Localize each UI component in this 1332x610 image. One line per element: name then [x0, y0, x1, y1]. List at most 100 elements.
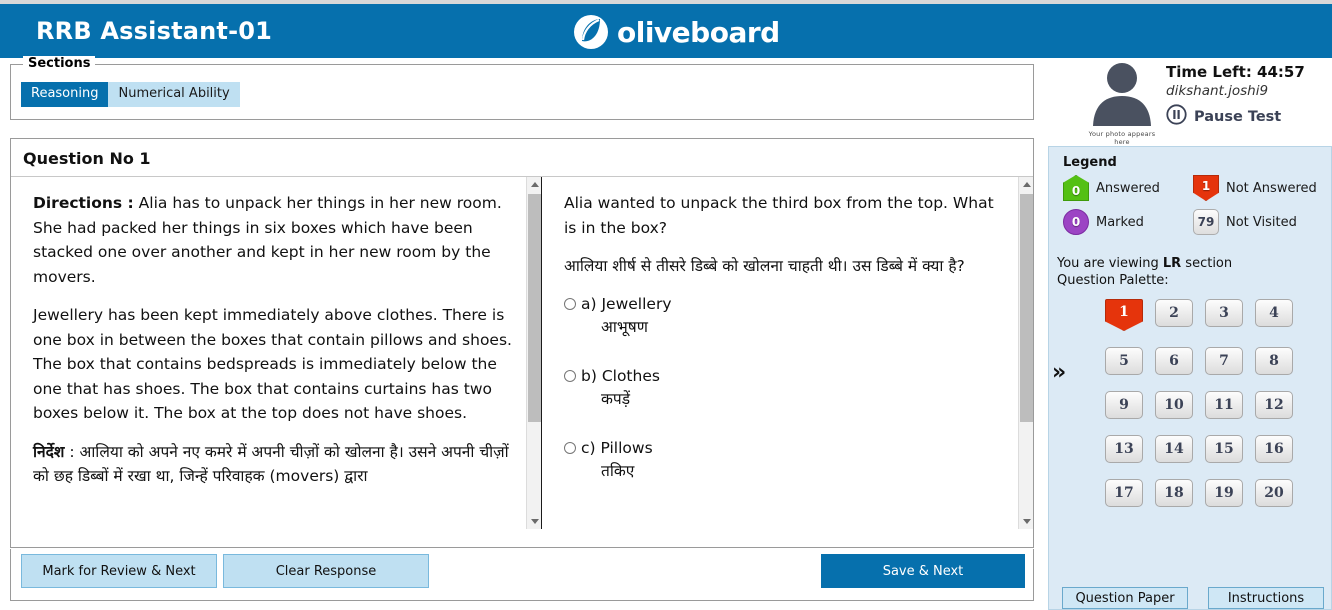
clear-response-button[interactable]: Clear Response — [223, 554, 429, 588]
passage-content: Directions : Alia has to unpack her thin… — [11, 177, 541, 489]
viewing-prefix: You are viewing — [1057, 256, 1163, 271]
not-visited-badge-icon: 79 — [1193, 209, 1219, 235]
tab-reasoning[interactable]: Reasoning — [21, 82, 109, 107]
legend-label-marked: Marked — [1096, 214, 1144, 230]
scrollbar-thumb[interactable] — [528, 194, 541, 422]
tab-numerical-ability[interactable]: Numerical Ability — [108, 82, 240, 107]
viewing-suffix: section — [1181, 256, 1233, 271]
app-header: RRB Assistant-01 oliveboard — [0, 4, 1332, 58]
palette-button-4[interactable]: 4 — [1255, 299, 1293, 327]
pause-circle-icon — [1166, 104, 1187, 129]
pause-test-label: Pause Test — [1194, 108, 1282, 125]
option-c-label: c) Pillows — [581, 438, 653, 457]
option-a-label: a) Jewellery — [581, 294, 672, 313]
passage-text-3-hindi: : आलिया को अपने नए कमरे में अपनी चीज़ों … — [33, 442, 509, 486]
mark-for-review-next-button[interactable]: Mark for Review & Next — [21, 554, 217, 588]
question-pane: Alia wanted to unpack the third box from… — [542, 177, 1033, 529]
user-avatar-icon — [1093, 63, 1151, 126]
scroll-down-arrow-icon[interactable] — [1019, 514, 1033, 529]
answered-badge-icon: 0 — [1063, 175, 1089, 201]
scroll-down-arrow-icon[interactable] — [527, 514, 541, 529]
palette-button-5[interactable]: 5 — [1105, 347, 1143, 375]
question-prompt-hindi: आलिया शीर्ष से तीसरे डिब्बे को खोलना चाह… — [564, 257, 965, 275]
marked-badge-icon: 0 — [1063, 209, 1089, 235]
option-b-texts: b) Clothes कपड़ें — [581, 365, 660, 411]
scrollbar-thumb[interactable] — [1020, 194, 1033, 422]
action-bar: Mark for Review & Next Clear Response Sa… — [10, 549, 1034, 601]
exam-app-window: RRB Assistant-01 oliveboard Sections Rea… — [0, 0, 1332, 610]
scroll-up-arrow-icon[interactable] — [1019, 177, 1033, 192]
palette-button-17[interactable]: 17 — [1105, 479, 1143, 507]
legend-label-answered: Answered — [1096, 180, 1160, 196]
user-block: Your photo appears here Time Left: 44:57… — [1048, 58, 1332, 146]
option-c-radio[interactable] — [564, 441, 576, 454]
palette-button-10[interactable]: 10 — [1155, 391, 1193, 419]
option-b-label: b) Clothes — [581, 366, 660, 385]
passage-paragraph-3-hindi: निर्देश : आलिया को अपने नए कमरे में अपनी… — [33, 440, 515, 489]
palette-button-19[interactable]: 19 — [1205, 479, 1243, 507]
option-c-label-hindi: तकिए — [601, 461, 635, 480]
palette-button-8[interactable]: 8 — [1255, 347, 1293, 375]
question-palette: 1 2 3 4 5 6 7 8 9 10 11 12 13 14 15 16 1… — [1105, 299, 1325, 523]
scroll-up-arrow-icon[interactable] — [527, 177, 541, 192]
option-a[interactable]: a) Jewellery आभूषण — [564, 293, 1007, 339]
not-answered-badge-icon: 1 — [1193, 175, 1219, 201]
question-panel: Question No 1 Directions : Alia has to u… — [10, 138, 1034, 548]
palette-button-9[interactable]: 9 — [1105, 391, 1143, 419]
option-a-radio[interactable] — [564, 297, 576, 310]
username: dikshant.joshi9 — [1166, 83, 1269, 99]
legend-item-marked: 0 Marked — [1063, 209, 1193, 235]
palette-button-18[interactable]: 18 — [1155, 479, 1193, 507]
legend-grid: 0 Answered 1 Not Answered 0 Marked 79 No… — [1063, 175, 1323, 243]
double-chevron-right-icon[interactable]: » — [1052, 362, 1066, 384]
legend-item-answered: 0 Answered — [1063, 175, 1193, 201]
question-paper-button[interactable]: Question Paper — [1062, 587, 1188, 609]
avatar: Your photo appears here — [1084, 58, 1160, 146]
viewing-section-text: You are viewing LR section Question Pale… — [1057, 255, 1232, 289]
option-b[interactable]: b) Clothes कपड़ें — [564, 365, 1007, 411]
question-content: Alia wanted to unpack the third box from… — [542, 177, 1033, 483]
question-palette-label: Question Palette: — [1057, 273, 1169, 288]
palette-button-11[interactable]: 11 — [1205, 391, 1243, 419]
sections-legend-label: Sections — [23, 56, 96, 71]
passage-paragraph-2: Jewellery has been kept immediately abov… — [33, 306, 512, 422]
legend-item-not-visited: 79 Not Visited — [1193, 209, 1323, 235]
viewing-section-name: LR — [1162, 256, 1182, 271]
question-prompt-english: Alia wanted to unpack the third box from… — [564, 194, 994, 237]
palette-button-13[interactable]: 13 — [1105, 435, 1143, 463]
right-sidebar: Your photo appears here Time Left: 44:57… — [1048, 58, 1332, 610]
pause-test-button[interactable]: Pause Test — [1166, 104, 1281, 129]
sections-fieldset: Sections Reasoning Numerical Ability — [10, 56, 1034, 120]
question-scrollbar[interactable] — [1018, 177, 1033, 529]
save-and-next-button[interactable]: Save & Next — [821, 554, 1025, 588]
option-c-texts: c) Pillows तकिए — [581, 437, 653, 483]
palette-button-6[interactable]: 6 — [1155, 347, 1193, 375]
legend-label-not-visited: Not Visited — [1226, 214, 1297, 230]
palette-button-12[interactable]: 12 — [1255, 391, 1293, 419]
legend-panel: Legend 0 Answered 1 Not Answered 0 Marke… — [1048, 146, 1332, 610]
option-a-label-hindi: आभूषण — [601, 317, 648, 336]
avatar-caption: Your photo appears here — [1088, 130, 1156, 146]
palette-button-16[interactable]: 16 — [1255, 435, 1293, 463]
page-title: RRB Assistant-01 — [36, 17, 273, 45]
section-tabs: Reasoning Numerical Ability — [21, 82, 240, 107]
palette-button-20[interactable]: 20 — [1255, 479, 1293, 507]
option-b-label-hindi: कपड़ें — [601, 389, 631, 408]
legend-row: 0 Answered 1 Not Answered — [1063, 175, 1323, 201]
option-b-radio[interactable] — [564, 369, 576, 382]
question-number: Question No 1 — [11, 139, 1033, 177]
option-c[interactable]: c) Pillows तकिए — [564, 437, 1007, 483]
palette-button-7[interactable]: 7 — [1205, 347, 1243, 375]
legend-row: 0 Marked 79 Not Visited — [1063, 209, 1323, 235]
legend-title: Legend — [1063, 155, 1117, 170]
passage-scrollbar[interactable] — [526, 177, 541, 529]
palette-button-14[interactable]: 14 — [1155, 435, 1193, 463]
option-a-texts: a) Jewellery आभूषण — [581, 293, 672, 339]
palette-button-1[interactable]: 1 — [1105, 299, 1143, 331]
palette-button-15[interactable]: 15 — [1205, 435, 1243, 463]
brand-logo-text: oliveboard — [617, 15, 780, 49]
legend-label-not-answered: Not Answered — [1226, 180, 1317, 196]
palette-button-3[interactable]: 3 — [1205, 299, 1243, 327]
instructions-button[interactable]: Instructions — [1208, 587, 1324, 609]
palette-button-2[interactable]: 2 — [1155, 299, 1193, 327]
